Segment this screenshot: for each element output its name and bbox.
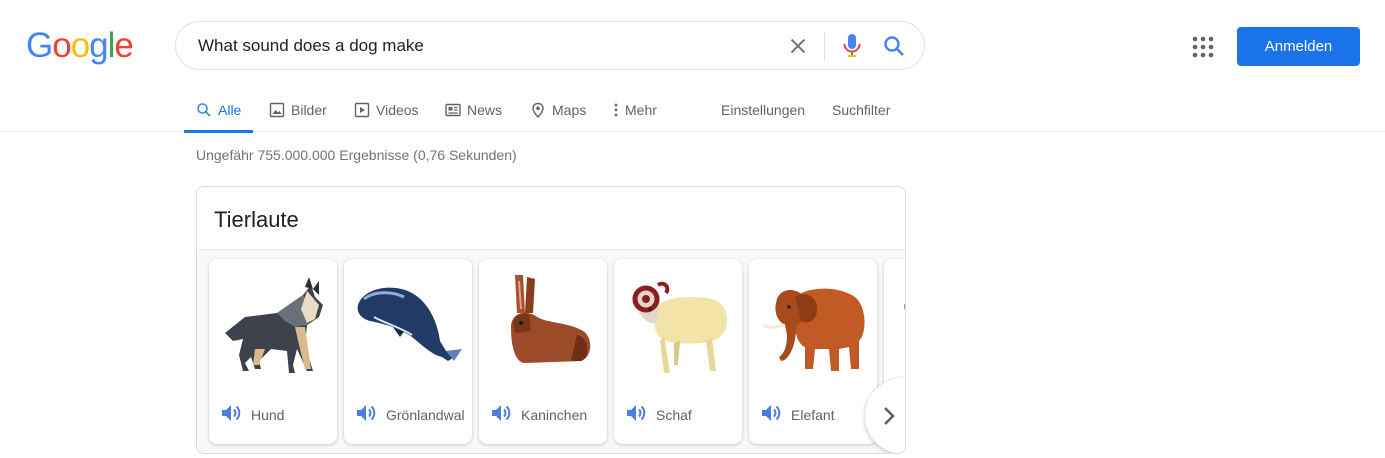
image-icon [269,102,285,118]
animal-sounds-card: Tierlaute Hund Grönlandwal Kaninchen Sch… [196,186,906,454]
map-pin-icon [532,102,544,118]
tab-mehr[interactable]: Mehr [612,88,657,132]
animal-label: Hund [251,407,285,423]
speaker-icon[interactable] [760,403,782,423]
tab-news[interactable]: News [445,88,502,132]
speaker-icon[interactable] [355,403,377,423]
tab-label: Maps [552,102,587,118]
search-icon[interactable] [882,34,906,58]
tab-alle[interactable]: Alle [184,88,254,133]
tab-label: News [467,102,503,118]
dog-illustration [225,277,323,373]
whale-illustration [357,287,462,361]
animal-tile-kaninchen[interactable]: Kaninchen [479,259,607,444]
tab-bilder[interactable]: Bilder [269,88,327,132]
active-tab-indicator [184,130,254,133]
animal-label: Schaf [656,407,692,423]
tab-label: Alle [218,102,242,118]
speaker-icon[interactable] [220,403,242,423]
ram-illustration [632,281,727,373]
header: Google What sound does a dog make Anmeld… [0,0,1385,133]
tab-label: Suchfilter [832,102,891,118]
play-icon [354,102,370,118]
search-box[interactable]: What sound does a dog make [175,21,925,70]
mic-icon[interactable] [840,33,864,59]
close-icon[interactable] [787,35,809,57]
tab-einstellungen[interactable]: Einstellungen [721,88,805,132]
search-tabs: Alle Bilder Videos News Maps Mehr Einste… [0,88,1385,133]
animal-carousel: Hund Grönlandwal Kaninchen Schaf Elefant [197,250,905,453]
animal-illustration [904,303,905,311]
tab-label: Bilder [291,102,327,118]
animal-tile-schaf[interactable]: Schaf [614,259,742,444]
more-vert-icon [614,103,618,117]
tab-suchfilter[interactable]: Suchfilter [832,88,890,132]
chevron-right-icon [884,407,895,425]
animal-label: Grönlandwal [386,407,465,423]
elephant-illustration [762,288,865,371]
search-divider [824,32,825,61]
card-title: Tierlaute [214,207,299,232]
apps-grid-icon[interactable] [1192,36,1214,58]
speaker-icon[interactable] [625,403,647,423]
signin-button[interactable]: Anmelden [1237,27,1360,66]
result-stats: Ungefähr 755.000.000 Ergebnisse (0,76 Se… [196,147,517,163]
news-icon [445,103,461,117]
search-icon [197,103,211,117]
speaker-icon[interactable] [490,403,512,423]
tab-maps[interactable]: Maps [530,88,586,132]
tab-label: Einstellungen [721,102,806,118]
tab-label: Videos [376,102,419,118]
animal-tile-groenlandwal[interactable]: Grönlandwal [344,259,472,444]
google-logo[interactable]: Google [26,26,134,65]
tab-label: Mehr [625,102,657,118]
animal-tile-elefant[interactable]: Elefant [749,259,877,444]
tab-videos[interactable]: Videos [354,88,419,132]
rabbit-illustration [511,275,591,363]
search-input[interactable]: What sound does a dog make [198,36,424,56]
animal-label: Kaninchen [521,407,588,423]
animal-tile-hund[interactable]: Hund [209,259,337,444]
animal-label: Elefant [791,407,835,423]
